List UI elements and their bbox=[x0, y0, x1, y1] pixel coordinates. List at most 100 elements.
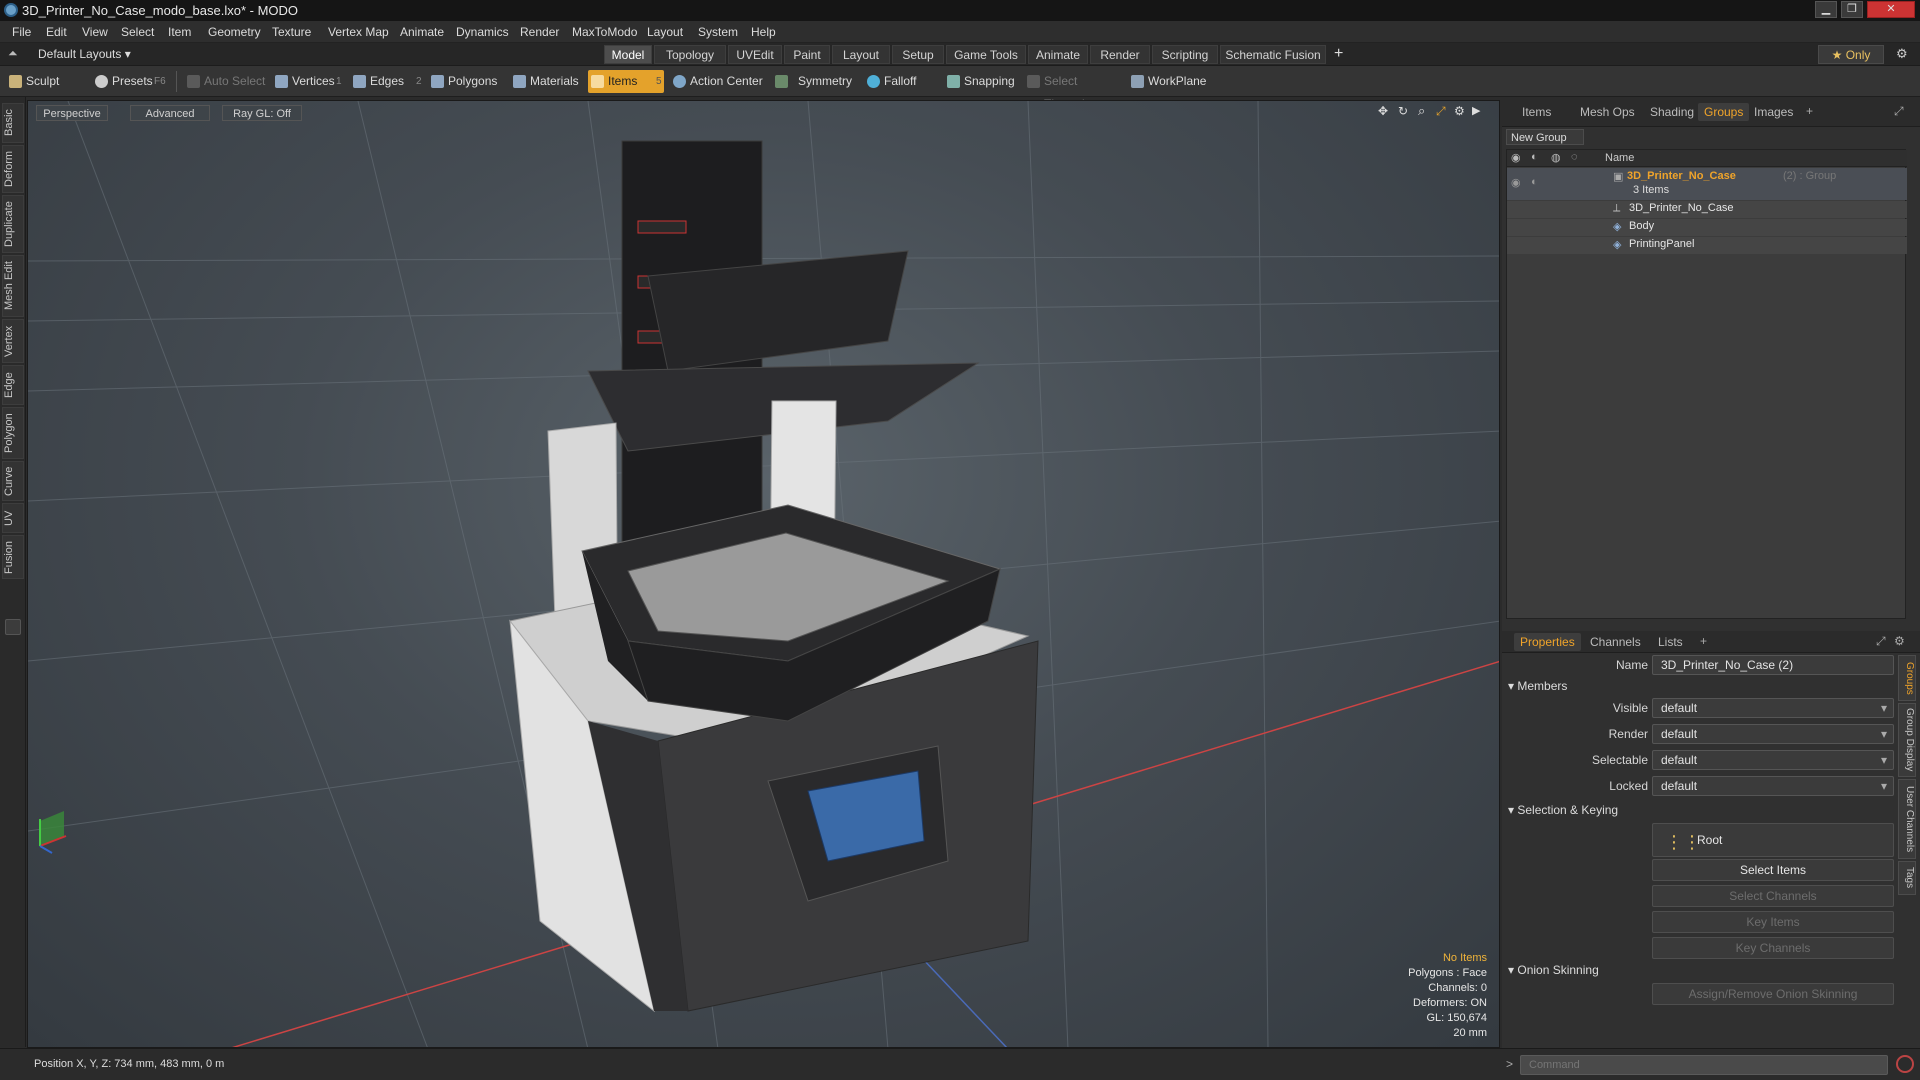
tab-polygon[interactable]: Polygon bbox=[2, 407, 24, 459]
materials-button[interactable]: Materials bbox=[510, 70, 582, 93]
only-toggle[interactable]: ★ Only bbox=[1818, 45, 1884, 64]
edges-button[interactable]: Edges 2 bbox=[350, 70, 422, 93]
tab-uvedit[interactable]: UVEdit bbox=[728, 45, 782, 64]
sidetab-user-channels[interactable]: User Channels bbox=[1898, 779, 1916, 859]
items-button[interactable]: Items 5 bbox=[588, 70, 664, 93]
viewport-settings-icon[interactable]: ⚙ bbox=[1454, 104, 1465, 118]
tab-game-tools[interactable]: Game Tools bbox=[946, 45, 1026, 64]
tab-shading[interactable]: Shading bbox=[1644, 103, 1700, 121]
menu-view[interactable]: View bbox=[82, 25, 108, 39]
rotate-icon[interactable]: ↻ bbox=[1398, 104, 1408, 118]
sidetab-groups[interactable]: Groups bbox=[1898, 655, 1916, 701]
tab-deform[interactable]: Deform bbox=[2, 145, 24, 193]
tab-items[interactable]: Items bbox=[1516, 103, 1557, 121]
menu-maxtomodo[interactable]: MaxToModo bbox=[572, 25, 637, 39]
tab-lists[interactable]: Lists bbox=[1652, 633, 1689, 651]
tab-duplicate[interactable]: Duplicate bbox=[2, 195, 24, 253]
polygons-button[interactable]: Polygons bbox=[428, 70, 502, 93]
tab-edge[interactable]: Edge bbox=[2, 365, 24, 405]
menu-texture[interactable]: Texture bbox=[272, 25, 311, 39]
fit-view-icon[interactable]: ⤢ bbox=[1436, 104, 1446, 119]
menu-vertex-map[interactable]: Vertex Map bbox=[328, 25, 389, 39]
minimize-button[interactable]: ▁ bbox=[1815, 1, 1837, 18]
menu-edit[interactable]: Edit bbox=[46, 25, 67, 39]
tab-scripting[interactable]: Scripting bbox=[1152, 45, 1218, 64]
menu-system[interactable]: System bbox=[698, 25, 738, 39]
menu-help[interactable]: Help bbox=[751, 25, 776, 39]
tab-images[interactable]: Images bbox=[1748, 103, 1799, 121]
key-items-button[interactable]: Key Items bbox=[1652, 911, 1894, 933]
visibility-toggle[interactable]: ◉ bbox=[1511, 176, 1521, 189]
selection-keying-section[interactable]: ▾ Selection & Keying bbox=[1508, 803, 1618, 817]
select-items-button[interactable]: Select Items bbox=[1652, 859, 1894, 881]
group-child-row[interactable]: ◈ PrintingPanel bbox=[1507, 237, 1907, 254]
layout-selector[interactable]: Default Layouts ▾ bbox=[38, 47, 131, 61]
menu-animate[interactable]: Animate bbox=[400, 25, 444, 39]
menu-item[interactable]: Item bbox=[168, 25, 191, 39]
visible-dropdown[interactable]: default bbox=[1652, 698, 1894, 718]
group-child-row[interactable]: ⟂ 3D_Printer_No_Case bbox=[1507, 201, 1907, 218]
tab-mesh-edit[interactable]: Mesh Edit bbox=[2, 255, 24, 317]
key-channels-button[interactable]: Key Channels bbox=[1652, 937, 1894, 959]
tab-basic[interactable]: Basic bbox=[2, 103, 24, 143]
lock-icon[interactable]: ◍ bbox=[1551, 151, 1561, 164]
selectable-dropdown[interactable]: default bbox=[1652, 750, 1894, 770]
symmetry-button[interactable]: Symmetry bbox=[772, 70, 852, 93]
view-mode-dropdown[interactable]: Perspective bbox=[36, 105, 108, 121]
tab-setup[interactable]: Setup bbox=[892, 45, 944, 64]
gear-icon[interactable]: ⚙ bbox=[1896, 46, 1908, 62]
expand-panel-icon[interactable]: ⤢ bbox=[1876, 634, 1886, 649]
tab-paint[interactable]: Paint bbox=[784, 45, 830, 64]
tab-channels[interactable]: Channels bbox=[1584, 633, 1647, 651]
select-channels-button[interactable]: Select Channels bbox=[1652, 885, 1894, 907]
tab-groups[interactable]: Groups bbox=[1698, 103, 1750, 121]
shading-dropdown[interactable]: Advanced bbox=[130, 105, 210, 121]
falloff-button[interactable]: Falloff bbox=[864, 70, 934, 93]
render-dropdown[interactable]: default bbox=[1652, 724, 1894, 744]
root-button[interactable]: ⋮⋮ Root bbox=[1652, 823, 1894, 857]
group-child-row[interactable]: ◈ Body bbox=[1507, 219, 1907, 236]
group-row-selected[interactable]: ◉ ◐ ▣ 3D_Printer_No_Case (2) : Group 3 I… bbox=[1507, 168, 1907, 200]
tab-render[interactable]: Render bbox=[1090, 45, 1150, 64]
snapping-button[interactable]: Snapping bbox=[944, 70, 1015, 93]
locked-dropdown[interactable]: default bbox=[1652, 776, 1894, 796]
onion-skinning-section[interactable]: ▾ Onion Skinning bbox=[1508, 963, 1599, 977]
zoom-icon[interactable]: ⌕ bbox=[1418, 103, 1425, 119]
viewport-expand-icon[interactable]: ▶ bbox=[1472, 104, 1480, 117]
eye-icon[interactable]: ◉ bbox=[1511, 151, 1521, 164]
menu-render[interactable]: Render bbox=[520, 25, 559, 39]
menu-dynamics[interactable]: Dynamics bbox=[456, 25, 509, 39]
tab-schematic-fusion[interactable]: Schematic Fusion bbox=[1220, 45, 1326, 64]
maximize-button[interactable]: ❐ bbox=[1841, 1, 1863, 18]
name-input[interactable]: 3D_Printer_No_Case (2) bbox=[1652, 655, 1894, 675]
sidetab-group-display[interactable]: Group Display bbox=[1898, 703, 1916, 777]
menu-layout[interactable]: Layout bbox=[647, 25, 683, 39]
presets-button[interactable]: Presets F6 bbox=[92, 70, 170, 93]
new-group-button[interactable]: New Group bbox=[1506, 129, 1584, 145]
command-input[interactable] bbox=[1520, 1055, 1888, 1075]
tab-topology[interactable]: Topology bbox=[654, 45, 726, 64]
tab-properties[interactable]: Properties bbox=[1514, 633, 1581, 651]
tab-mesh-ops[interactable]: Mesh Ops bbox=[1574, 103, 1641, 121]
select-icon[interactable]: ◌ bbox=[1571, 151, 1578, 163]
raygl-dropdown[interactable]: Ray GL: Off bbox=[222, 105, 302, 121]
3d-viewport[interactable]: Perspective Advanced Ray GL: Off ✥ ↻ ⌕ ⤢… bbox=[27, 100, 1500, 1048]
select-through-button[interactable]: Select Through bbox=[1024, 70, 1120, 111]
gear-icon[interactable]: ⚙ bbox=[1894, 634, 1905, 648]
menu-file[interactable]: File bbox=[12, 25, 31, 39]
render-toggle[interactable]: ◐ bbox=[1531, 176, 1538, 188]
assign-onion-button[interactable]: Assign/Remove Onion Skinning bbox=[1652, 983, 1894, 1005]
vertices-button[interactable]: Vertices 1 bbox=[272, 70, 344, 93]
action-center-button[interactable]: Action Center bbox=[670, 70, 766, 93]
add-tab-button[interactable]: + bbox=[1334, 45, 1343, 63]
add-tab-button[interactable]: + bbox=[1806, 104, 1813, 118]
workplane-button[interactable]: WorkPlane bbox=[1128, 70, 1208, 93]
auto-select-button[interactable]: Auto Select bbox=[184, 70, 268, 93]
layout-up-arrow-icon[interactable]: ⏶ bbox=[8, 46, 18, 61]
tab-animate[interactable]: Animate bbox=[1028, 45, 1088, 64]
render-icon[interactable]: ◐ bbox=[1531, 151, 1538, 163]
tab-fusion[interactable]: Fusion bbox=[2, 535, 24, 579]
expand-panel-icon[interactable]: ⤢ bbox=[1894, 104, 1904, 119]
members-section[interactable]: ▾ Members bbox=[1508, 679, 1567, 693]
tab-curve[interactable]: Curve bbox=[2, 461, 24, 501]
